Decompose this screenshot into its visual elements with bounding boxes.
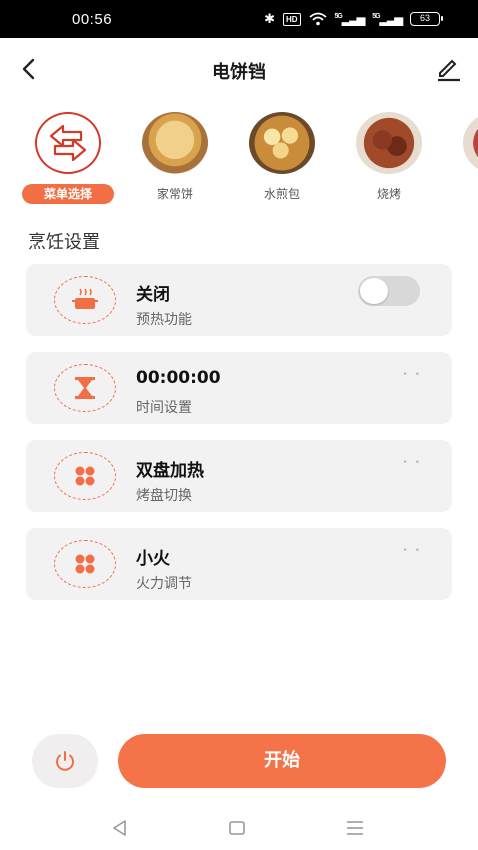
system-nav-bar	[0, 806, 478, 850]
hd-badge: HD	[282, 12, 301, 26]
setting-subtitle: 火力调节	[136, 576, 192, 592]
nav-home-button[interactable]	[225, 816, 249, 840]
status-icons: ✱ HD 5G▂▃▅ 5G▂▃▅ 63	[264, 11, 443, 27]
toggle-knob	[360, 278, 388, 304]
pencil-icon	[438, 59, 460, 82]
battery-icon: 63	[410, 12, 443, 26]
menu-item-label: 烧烤	[376, 187, 401, 201]
four-dots-icon	[54, 540, 116, 588]
setting-subtitle: 烤盘切换	[136, 488, 192, 504]
setting-title: 关闭	[136, 285, 170, 305]
nav-bar: 电饼铛	[0, 38, 478, 100]
setting-title: 小火	[136, 549, 170, 569]
setting-subtitle: 时间设置	[136, 400, 192, 416]
signal-icon-1: 5G▂▃▅	[334, 12, 366, 26]
setting-title: 00:00:00	[136, 368, 221, 388]
four-dots-icon	[54, 452, 116, 500]
more-dots-icon: • •	[402, 370, 422, 380]
bbq-photo	[356, 112, 422, 174]
bluetooth-icon: ✱	[264, 11, 275, 26]
pot-icon	[54, 276, 116, 324]
nav-menu-button[interactable]	[343, 816, 367, 840]
menu-item-partial[interactable]	[456, 112, 478, 174]
setting-card-heat[interactable]: 小火 火力调节 • •	[26, 528, 452, 600]
swap-arrows-icon	[35, 112, 101, 174]
status-bar: 00:56 ✱ HD 5G▂▃▅ 5G▂▃▅ 63	[0, 0, 478, 38]
menu-item-fried-bun[interactable]: 水煎包	[242, 112, 322, 204]
power-icon	[56, 751, 74, 771]
wifi-icon	[308, 12, 327, 26]
square-home-icon	[229, 821, 245, 835]
setting-card-plate[interactable]: 双盘加热 烤盘切换 • •	[26, 440, 452, 512]
setting-card-preheat[interactable]: 关闭 预热功能	[26, 264, 452, 336]
page-title: 电饼铛	[212, 62, 266, 83]
hourglass-icon	[54, 364, 116, 412]
menu-item-pancake[interactable]: 家常饼	[135, 112, 215, 204]
preheat-toggle[interactable]	[358, 276, 420, 306]
menu-item-label: 家常饼	[156, 187, 193, 201]
nav-back-button[interactable]	[108, 816, 132, 840]
power-button[interactable]	[32, 734, 98, 788]
setting-card-time[interactable]: 00:00:00 时间设置 • •	[26, 352, 452, 424]
menu-item-bbq[interactable]: 烧烤	[349, 112, 429, 204]
setting-title: 双盘加热	[136, 461, 204, 481]
more-dots-icon: • •	[402, 546, 422, 556]
menu-item-menu-select[interactable]: 菜单选择	[22, 112, 114, 204]
menu-item-label: 水煎包	[263, 187, 300, 201]
setting-subtitle: 预热功能	[136, 312, 192, 328]
signal-icon-2: 5G▂▃▅	[372, 12, 403, 26]
hamburger-icon	[347, 821, 363, 835]
food-photo	[463, 112, 478, 174]
fried-bun-photo	[249, 112, 315, 174]
status-time: 00:56	[72, 11, 113, 28]
menu-category-row: 菜单选择 家常饼 水煎包 烧烤	[0, 112, 478, 212]
edit-button[interactable]	[434, 54, 464, 84]
section-title: 烹饪设置	[28, 232, 100, 253]
pancake-photo	[142, 112, 208, 174]
menu-item-label: 菜单选择	[22, 184, 114, 204]
start-button[interactable]: 开始	[118, 734, 446, 788]
more-dots-icon: • •	[402, 458, 422, 468]
triangle-back-icon	[113, 820, 126, 836]
